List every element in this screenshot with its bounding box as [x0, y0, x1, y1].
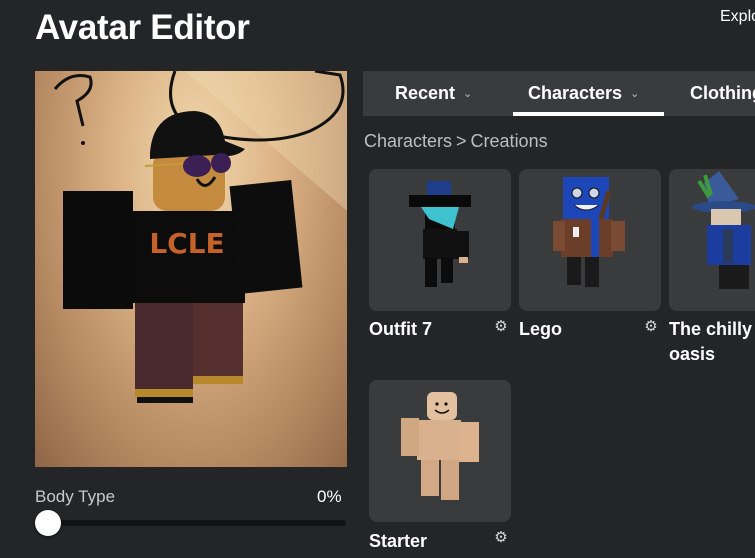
- breadcrumb-current: Creations: [470, 131, 548, 151]
- tab-characters[interactable]: Characters ⌄: [528, 71, 639, 116]
- character-name[interactable]: The chilly oasis: [669, 317, 755, 367]
- tab-label: Clothing: [690, 83, 755, 103]
- chevron-down-icon: ⌄: [463, 88, 473, 100]
- character-name[interactable]: Outfit 7: [369, 317, 489, 342]
- chevron-down-icon: ⌄: [630, 88, 640, 100]
- character-name[interactable]: Starter: [369, 529, 489, 554]
- tab-label: Recent: [395, 83, 456, 103]
- avatar-3d-render: LCLE: [53, 71, 347, 403]
- character-card-lego[interactable]: [519, 169, 661, 311]
- character-thumbnail: [692, 171, 755, 289]
- avatar-preview[interactable]: LCLE 2D: [35, 71, 347, 467]
- body-type-value: 0%: [317, 487, 342, 506]
- character-name[interactable]: Lego: [519, 317, 639, 342]
- body-type-slider[interactable]: [35, 510, 346, 536]
- slider-thumb[interactable]: [35, 510, 61, 536]
- shirt-logo: LCLE: [149, 227, 224, 260]
- doodle-question-mark: [53, 74, 93, 127]
- avatar-left-arm: [63, 191, 133, 309]
- avatar-cap: [150, 111, 245, 159]
- breadcrumb-parent[interactable]: Characters: [364, 131, 452, 152]
- tab-clothing[interactable]: Clothing: [690, 71, 755, 116]
- character-card-the-chilly-oasis[interactable]: [669, 169, 755, 311]
- breadcrumb-separator-icon: >: [456, 131, 467, 151]
- explore-link[interactable]: Explore: [720, 8, 755, 26]
- avatar-right-arm: [229, 179, 303, 294]
- tab-label: Characters: [528, 83, 623, 103]
- gear-icon[interactable]: ⚙: [493, 319, 509, 335]
- breadcrumb: Characters > Creations: [364, 131, 548, 152]
- gear-icon[interactable]: ⚙: [493, 530, 509, 546]
- character-thumbnail: [401, 392, 479, 500]
- character-card-outfit-7[interactable]: [369, 169, 511, 311]
- page-title: Avatar Editor: [35, 8, 250, 47]
- body-type-label: Body Type: [35, 487, 116, 506]
- character-thumbnail: [553, 177, 625, 287]
- gear-icon[interactable]: ⚙: [643, 319, 659, 335]
- character-thumbnail: [409, 181, 471, 287]
- avatar-legs: [135, 293, 243, 403]
- category-tab-bar: Recent ⌄ Characters ⌄ Clothing: [363, 71, 755, 116]
- active-tab-indicator: [513, 112, 664, 116]
- character-card-starter[interactable]: [369, 380, 511, 522]
- tab-recent[interactable]: Recent ⌄: [395, 71, 472, 116]
